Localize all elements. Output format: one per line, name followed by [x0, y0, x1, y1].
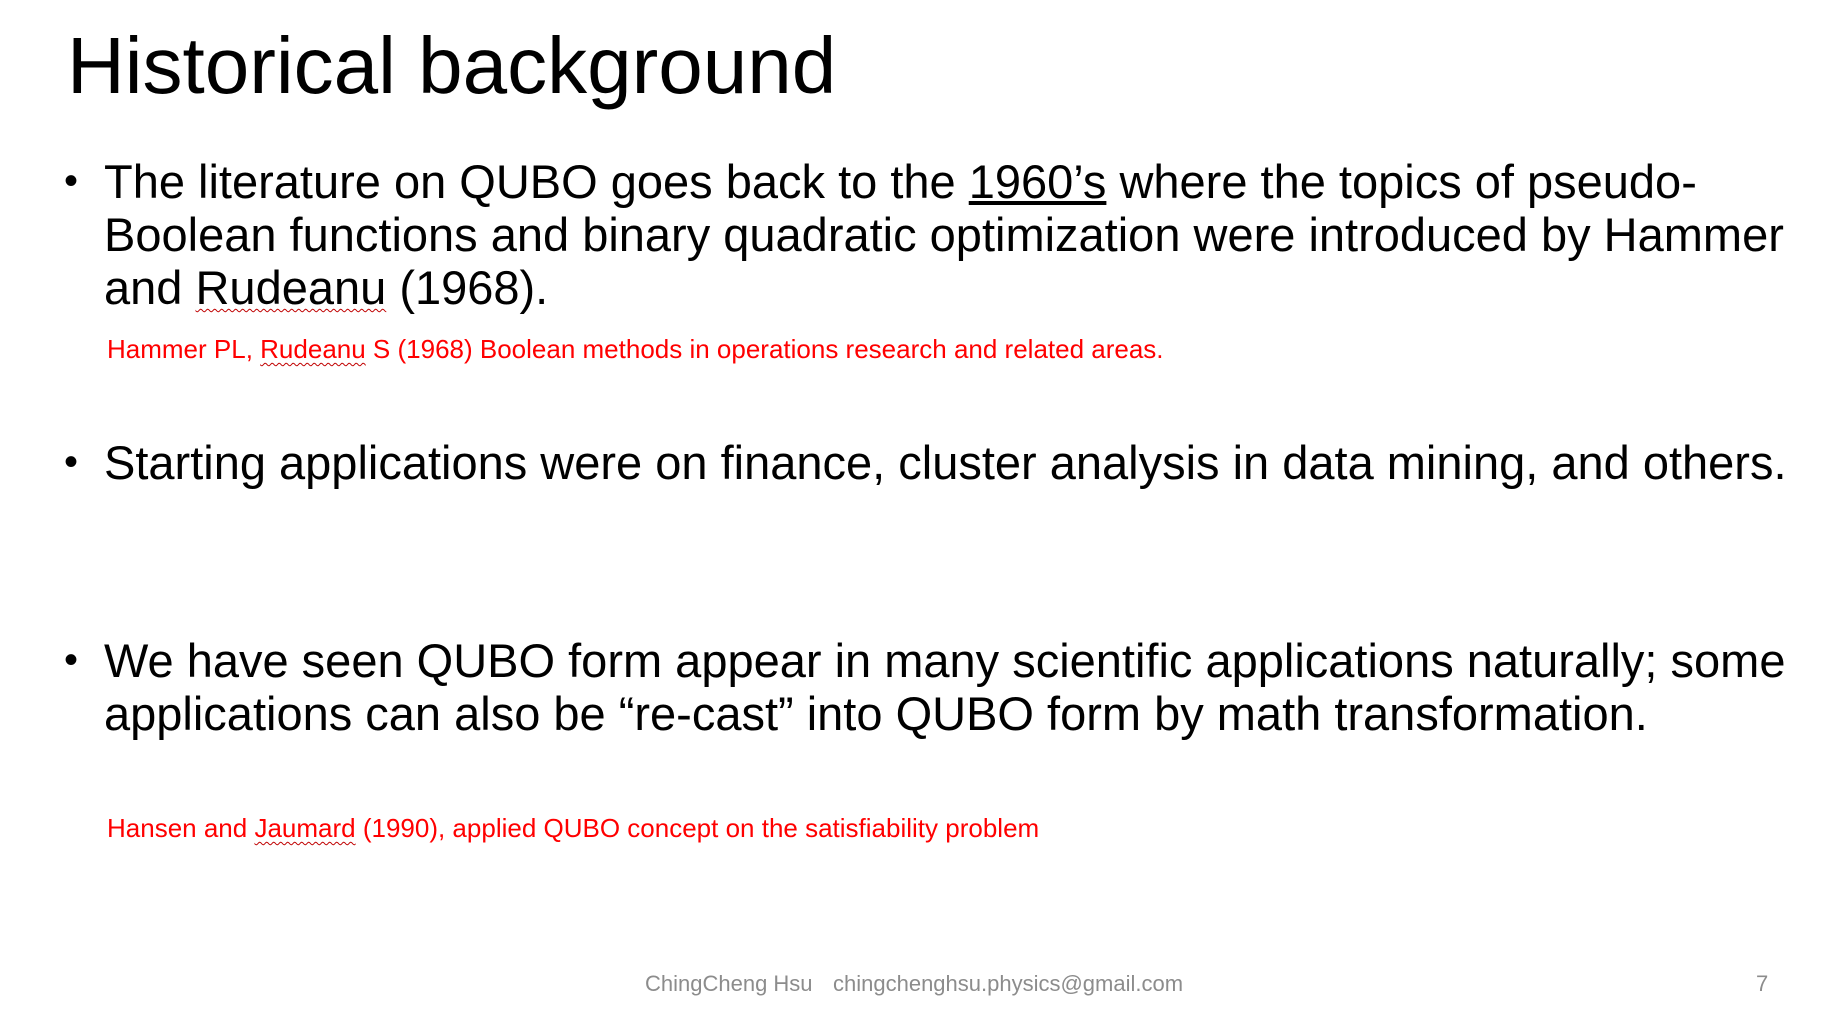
bullet-marker: • [64, 638, 79, 682]
spellcheck-name: Rudeanu [260, 334, 366, 364]
bullet-text-part: The literature on QUBO goes back to the [104, 155, 969, 208]
slide-number: 7 [1756, 971, 1769, 996]
bullet-item-2: • Starting applications were on finance,… [64, 436, 1804, 489]
bullet-text-part: (1968). [386, 261, 549, 314]
reference-2: Hansen and Jaumard (1990), applied QUBO … [107, 813, 1039, 844]
spellcheck-name: Jaumard [254, 813, 356, 843]
footer-email: chingchenghsu.physics@gmail.com [833, 971, 1184, 996]
bullet-text: Starting applications were on finance, c… [104, 436, 1787, 489]
bullet-item-3: • We have seen QUBO form appear in many … [64, 634, 1804, 740]
bullet-text: We have seen QUBO form appear in many sc… [104, 634, 1786, 740]
bullet-marker: • [64, 159, 79, 203]
reference-text-part: (1990), applied QUBO concept on the sati… [355, 813, 1040, 843]
bullet-item-1: • The literature on QUBO goes back to th… [64, 155, 1804, 314]
bullet-text: The literature on QUBO goes back to the … [104, 155, 1804, 314]
footer-author: ChingCheng Hsu [645, 971, 813, 996]
bullet-marker: • [64, 440, 79, 484]
reference-text-part: Hammer PL, [107, 334, 261, 364]
reference-text-part: Hansen and [107, 813, 255, 843]
reference-1: Hammer PL, Rudeanu S (1968) Boolean meth… [107, 334, 1164, 365]
slide: Historical background • The literature o… [0, 0, 1829, 1009]
decade-underlined: 1960’s [968, 155, 1107, 208]
reference-text-part: S (1968) Boolean methods in operations r… [365, 334, 1164, 364]
slide-title: Historical background [67, 21, 837, 110]
spellcheck-name: Rudeanu [195, 261, 387, 314]
